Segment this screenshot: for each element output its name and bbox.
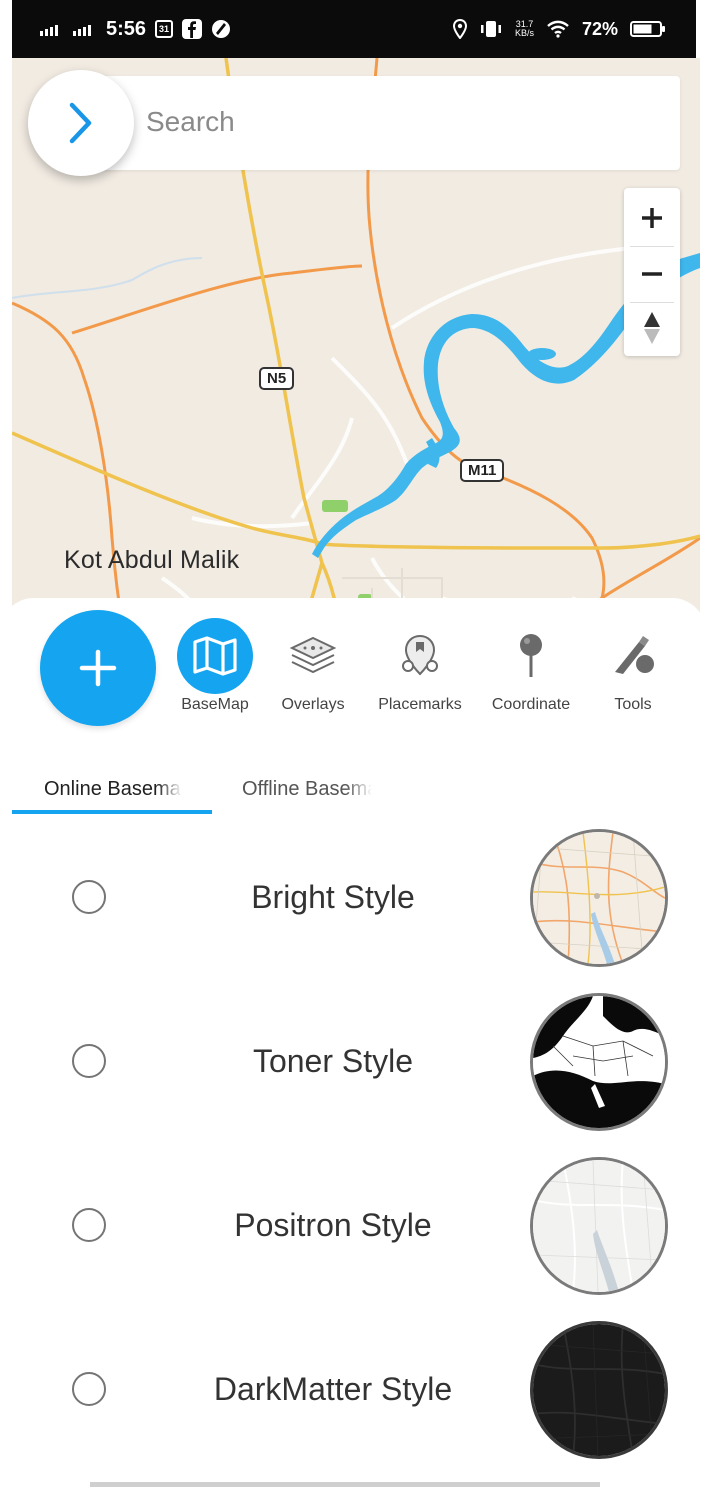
network-speed: 31.7 KB/s xyxy=(514,19,534,38)
nav-tools[interactable]: Tools xyxy=(578,618,688,718)
radio-positron-style[interactable] xyxy=(72,1208,106,1242)
battery-icon xyxy=(630,21,665,37)
zoom-controls xyxy=(624,188,680,356)
nav-basemap[interactable]: BaseMap xyxy=(160,618,270,718)
placemarks-icon xyxy=(402,634,438,676)
tools-icon xyxy=(615,636,654,674)
status-bar: 5:56 31 31.7 KB/s 72% xyxy=(12,0,696,58)
search-input[interactable]: Search xyxy=(146,106,235,138)
zoom-in-button[interactable] xyxy=(624,190,680,246)
plus-icon xyxy=(642,208,662,228)
nav-label: Coordinate xyxy=(491,696,571,713)
clock: 5:56 xyxy=(106,18,147,40)
style-label: Bright Style xyxy=(251,879,415,915)
location-icon xyxy=(452,19,467,39)
nav-label: Placemarks xyxy=(378,696,462,713)
vibrate-icon xyxy=(480,21,501,37)
minus-icon xyxy=(642,272,662,276)
calendar-day: 31 xyxy=(159,24,170,34)
list-item[interactable]: Bright Style xyxy=(0,824,706,974)
nav-label: Overlays xyxy=(281,696,345,713)
list-item[interactable]: Toner Style xyxy=(0,988,706,1138)
compass-button[interactable] xyxy=(624,300,680,356)
layers-icon xyxy=(289,636,337,674)
nav-placemarks[interactable]: Placemarks xyxy=(365,618,475,718)
chevron-right-icon xyxy=(69,102,92,144)
toner-style-thumbnail xyxy=(530,993,668,1131)
map-icon xyxy=(193,636,237,676)
nav-label: BaseMap xyxy=(181,696,249,713)
signal-icon xyxy=(40,25,58,36)
positron-style-thumbnail xyxy=(530,1157,668,1295)
place-label: Kot Abdul Malik xyxy=(64,546,240,574)
search-bar[interactable]: Search xyxy=(100,76,680,170)
style-label: DarkMatter Style xyxy=(213,1371,453,1407)
tab-online-basemaps[interactable]: Online Basemaps xyxy=(44,778,182,801)
nav-label: Tools xyxy=(614,696,652,713)
bright-style-thumbnail xyxy=(530,829,668,967)
signal-icon xyxy=(73,25,91,36)
next-list-item-edge xyxy=(90,1482,600,1487)
radio-darkmatter-style[interactable] xyxy=(72,1372,106,1406)
nav-overlays[interactable]: Overlays xyxy=(258,618,368,718)
compass-icon xyxy=(644,312,660,344)
style-label: Toner Style xyxy=(252,1043,414,1079)
expand-menu-button[interactable] xyxy=(28,70,134,176)
app-notification-icon xyxy=(212,20,231,38)
plus-icon xyxy=(79,649,117,687)
tab-indicator xyxy=(12,810,212,814)
road-shield-n5: N5 xyxy=(259,367,295,390)
list-item[interactable]: Positron Style xyxy=(0,1152,706,1302)
list-item[interactable]: DarkMatter Style xyxy=(0,1316,706,1466)
pin-icon xyxy=(520,634,542,677)
radio-toner-style[interactable] xyxy=(72,1044,106,1078)
battery-percent: 72% xyxy=(581,19,618,39)
tab-offline-basemaps[interactable]: Offline Basemaps xyxy=(242,778,372,801)
zoom-out-button[interactable] xyxy=(624,246,680,302)
calendar-icon: 31 xyxy=(155,20,174,38)
add-button[interactable] xyxy=(40,610,156,726)
style-label: Positron Style xyxy=(234,1207,432,1243)
darkmatter-style-thumbnail xyxy=(530,1321,668,1459)
radio-bright-style[interactable] xyxy=(72,880,106,914)
wifi-icon xyxy=(547,20,569,38)
nav-coordinate[interactable]: Coordinate xyxy=(476,618,586,718)
facebook-icon xyxy=(182,19,203,39)
road-shield-m11: M11 xyxy=(460,459,505,482)
